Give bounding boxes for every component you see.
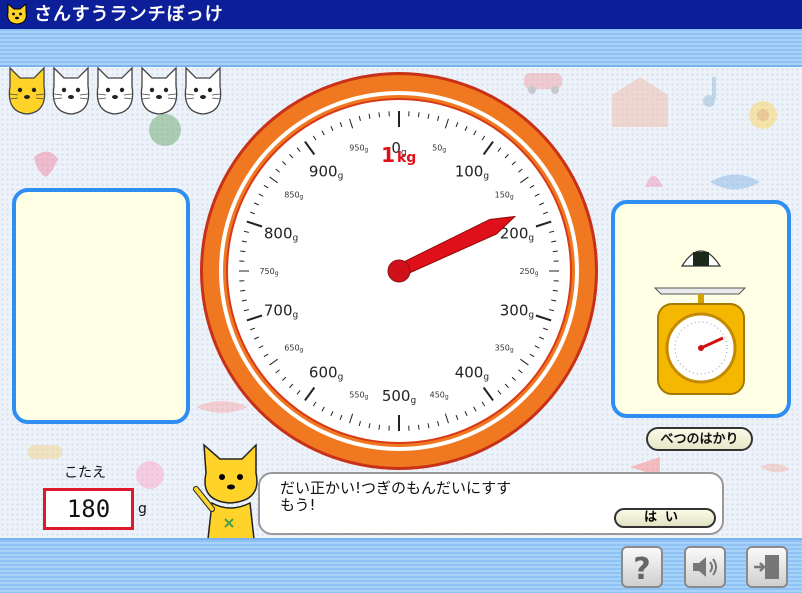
left-panel [12, 188, 190, 424]
yes-button[interactable]: はい [614, 508, 716, 528]
fish-icon [710, 174, 760, 190]
app-title: さんすうランチぼっけ [34, 4, 224, 25]
dial-max-number: 1 [381, 143, 395, 167]
top-band [0, 29, 802, 67]
needle-hub [387, 259, 411, 283]
dial-tick [417, 112, 420, 118]
car-icon-2 [28, 445, 62, 459]
tulip-icon [645, 176, 663, 187]
message-text: だい正かい!つぎのもんだいにすす もう! [280, 479, 512, 514]
other-scale-panel[interactable] [611, 200, 791, 418]
game-window: さんすうランチぼっけ 0g 100g 200g 300g 400g 500g 6… [0, 0, 802, 593]
life-cat-icon [8, 66, 46, 115]
question-icon: ? [633, 552, 650, 583]
mini-scale-icon [653, 250, 747, 395]
life-cat-icon [96, 66, 134, 115]
answer-field[interactable]: 180 [43, 488, 134, 530]
shell-icon [760, 463, 790, 473]
scale-dial: 0g100g200g300g400g500g600g700g800g900g50… [200, 72, 598, 470]
svg-text:?: ? [633, 552, 650, 583]
house-icon [612, 77, 668, 127]
dial-tick [240, 289, 246, 292]
other-scale-button[interactable]: べつのはかり [646, 427, 753, 451]
dial-tick [552, 289, 558, 292]
sound-button[interactable] [684, 546, 726, 588]
bottom-band [0, 538, 802, 593]
life-cat-icon [52, 66, 90, 115]
heart-icon [34, 151, 58, 177]
play-area: 0g 100g 200g 300g 400g 500g 600g 700g 800g 900g 50… [0, 66, 802, 539]
speaker-icon [693, 557, 717, 577]
dial-max-unit: kg [397, 150, 416, 166]
flower-icon [136, 461, 164, 489]
life-cat-icon [140, 66, 178, 115]
exit-door-icon [754, 555, 779, 579]
answer-unit: g [138, 501, 147, 517]
dial-tick [378, 424, 381, 430]
answer-label: こたえ [64, 465, 106, 481]
help-button[interactable]: ? [621, 546, 663, 588]
cat-logo-icon [7, 3, 27, 25]
dial-tick [240, 250, 246, 253]
dial-tick [378, 112, 381, 118]
dial-tick [552, 250, 558, 253]
title-bar: さんすうランチぼっけ [0, 0, 802, 29]
dial-tick [417, 424, 420, 430]
exit-button[interactable] [746, 546, 788, 588]
watermelon-icon [149, 114, 181, 146]
message-dialog: だい正かい!つぎのもんだいにすす もう! はい [258, 472, 724, 535]
